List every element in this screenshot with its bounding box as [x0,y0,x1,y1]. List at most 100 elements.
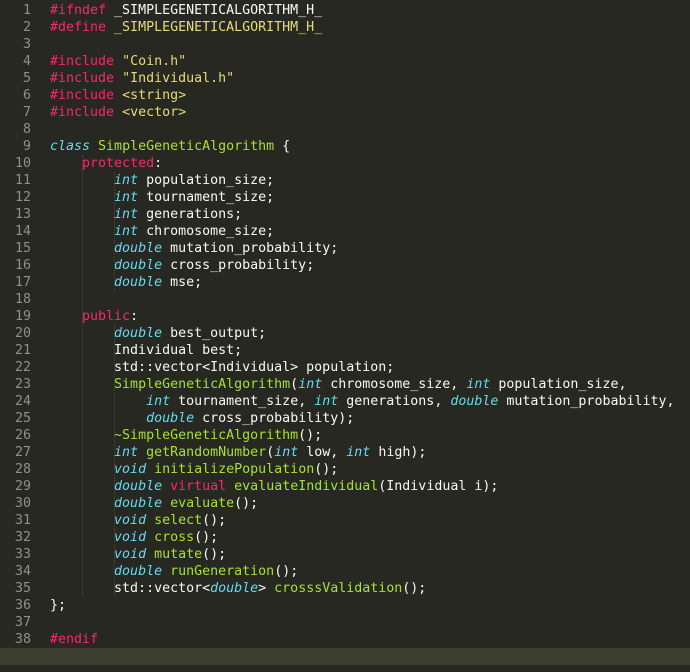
code-line[interactable]: void mutate(); [50,546,226,563]
code-token: void [114,462,147,477]
code-line[interactable]: double cross_probability); [50,410,354,427]
code-token: double [210,581,259,596]
code-token: int [114,224,139,239]
code-token: SimpleGeneticAlgorithm [98,139,275,154]
code-token: <string> [122,88,187,103]
line-number: 36 [14,598,31,613]
code-token: (); [194,530,219,545]
code-line[interactable]: void initializePopulation(); [50,461,338,478]
code-token: (); [274,564,299,579]
code-token: int [114,445,139,460]
code-line[interactable]: double mutation_probability; [50,240,338,257]
line-number: 22 [14,360,31,375]
code-line[interactable]: int chromosome_size; [50,223,274,240]
code-token: generations; [138,207,243,222]
code-token: double [114,479,163,494]
code-token: #include [50,54,123,69]
code-line[interactable]: ~SimpleGeneticAlgorithm(); [50,427,322,444]
code-token: select [154,513,203,528]
code-token: tournament_size; [138,190,275,205]
indent-guide [114,325,116,597]
code-line[interactable]: void cross(); [50,529,218,546]
code-token: double [114,241,163,256]
line-number: 32 [14,530,31,545]
line-number: 13 [14,207,31,222]
code-line[interactable]: #include <string> [50,87,186,104]
code-line[interactable]: int getRandomNumber(int low, int high); [50,444,426,461]
code-editor[interactable]: 1 2 3 4 5 6 7 8 9 10 11 12 13 14 15 16 17 18 19 20 21 22 23 24 2… [0,0,690,672]
code-token: SimpleGeneticAlgorithm [114,377,291,392]
code-line[interactable]: class SimpleGeneticAlgorithm { [50,138,290,155]
code-token: std::vector<Individual> population; [50,360,395,375]
code-token: chromosome_size, [322,377,467,392]
code-token: population_size, [490,377,627,392]
code-token: int [146,394,171,409]
code-line[interactable]: double runGeneration(); [50,563,298,580]
line-number: 9 [22,139,31,154]
code-token: evaluate [170,496,235,511]
code-token: (); [314,462,339,477]
code-token: { [274,139,291,154]
code-line[interactable]: }; [50,597,66,614]
code-token: evaluateIndividual [234,479,379,494]
code-line[interactable]: Individual best; [50,342,242,359]
code-line[interactable]: #endif [50,631,98,648]
indent-guide [114,172,116,291]
code-token: double [146,411,195,426]
line-number-gutter: 1 2 3 4 5 6 7 8 9 10 11 12 13 14 15 16 17 18 19 20 21 22 23 24 2… [0,0,40,672]
code-line[interactable]: int population_size; [50,172,274,189]
line-number: 14 [14,224,31,239]
code-token: double [114,496,163,511]
code-token: int [114,173,139,188]
code-line[interactable]: int generations; [50,206,242,223]
code-line[interactable]: int tournament_size; [50,189,274,206]
code-line[interactable]: protected: [50,155,162,172]
code-line[interactable]: public: [50,308,138,325]
code-token: : [130,309,139,324]
line-number: 35 [14,581,31,596]
code-token: <vector> [122,105,187,120]
code-token: runGeneration [170,564,275,579]
line-number: 12 [14,190,31,205]
code-token: mse; [162,275,203,290]
code-token: (); [202,513,227,528]
code-line[interactable]: #ifndef _SIMPLEGENETICALGORITHM_H_ [50,2,322,19]
line-number: 28 [14,462,31,477]
current-line-highlight [0,648,690,665]
code-token: _SIMPLEGENETICALGORITHM_H_ [114,20,323,35]
code-token: #define [50,20,115,35]
code-line[interactable]: void select(); [50,512,226,529]
line-number: 3 [22,37,31,52]
code-line[interactable]: double virtual evaluateIndividual(Indivi… [50,478,498,495]
code-token: int [466,377,491,392]
code-line[interactable]: #include "Coin.h" [50,53,186,70]
line-number: 37 [14,615,31,630]
code-token: int [298,377,323,392]
code-token: double [450,394,499,409]
code-token: public [82,309,131,324]
code-token: Individual best; [50,343,243,358]
code-line[interactable]: double cross_probability; [50,257,314,274]
code-line[interactable]: std::vector<Individual> population; [50,359,394,376]
code-line[interactable]: SimpleGeneticAlgorithm(int chromosome_si… [50,376,626,393]
code-token: int [314,394,339,409]
code-token: int [346,445,371,460]
code-token: _SIMPLEGENETICALGORITHM_H_ [114,3,323,18]
code-line[interactable]: int tournament_size, int generations, do… [50,393,674,410]
code-line[interactable]: double mse; [50,274,202,291]
code-line[interactable]: std::vector<double> crosssValidation(); [50,580,426,597]
line-number: 38 [14,632,31,647]
code-line[interactable]: #include <vector> [50,104,186,121]
code-line[interactable]: #define _SIMPLEGENETICALGORITHM_H_ [50,19,322,36]
line-number: 24 [14,394,31,409]
code-token: int [114,207,139,222]
code-line[interactable]: #include "Individual.h" [50,70,234,87]
